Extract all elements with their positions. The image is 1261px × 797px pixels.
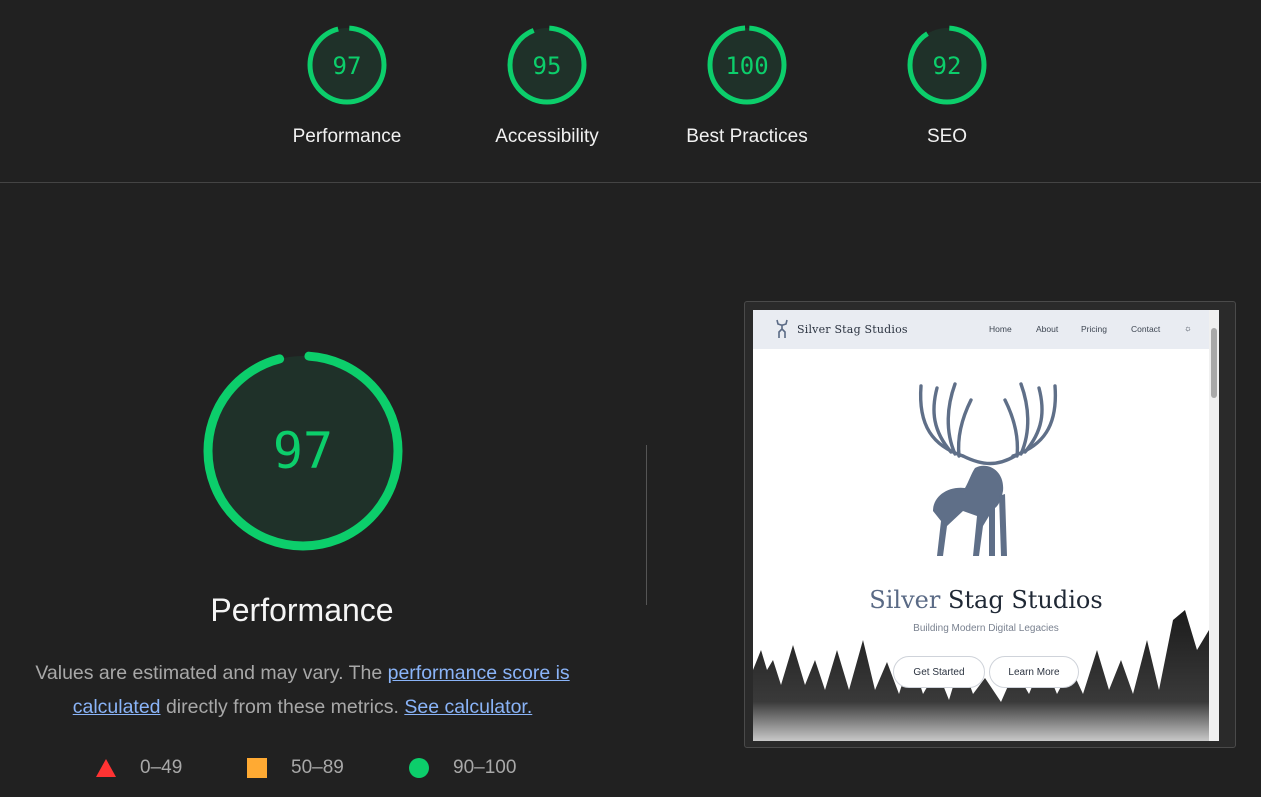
vertical-divider (646, 445, 647, 605)
stag-hero-icon (918, 382, 1058, 556)
see-calculator-link[interactable]: See calculator. (404, 696, 532, 718)
legend-range: 50–89 (291, 757, 344, 778)
description-text: directly from these metrics. (160, 696, 405, 718)
legend-item-fail: 0–49 (96, 756, 182, 780)
score-label: Performance (292, 126, 402, 147)
circle-icon (409, 758, 429, 778)
score-value: 95 (533, 52, 562, 80)
theme-toggle-icon[interactable]: ☼ (1184, 323, 1192, 333)
score-gauge-ring: 92 (907, 25, 987, 105)
site-navbar: Silver Stag Studios Home About Pricing C… (753, 310, 1219, 349)
scrollbar-thumb[interactable] (1211, 328, 1217, 398)
score-label: Accessibility (495, 126, 599, 147)
forest-silhouette-icon (753, 610, 1219, 741)
section-divider (0, 182, 1261, 183)
score-gauge-ring: 100 (707, 25, 787, 105)
site-brand: Silver Stag Studios (797, 323, 908, 336)
triangle-icon (96, 759, 116, 777)
performance-description: Values are estimated and may vary. The p… (20, 656, 585, 724)
score-label: Best Practices (686, 126, 808, 147)
score-value: 92 (933, 52, 962, 80)
nav-pricing[interactable]: Pricing (1081, 324, 1107, 334)
square-icon (247, 758, 267, 778)
performance-title: Performance (210, 592, 394, 628)
legend-item-pass: 90–100 (409, 756, 516, 780)
score-value: 97 (333, 52, 362, 80)
legend-item-average: 50–89 (247, 756, 344, 780)
score-gauge-accessibility[interactable]: 95 Accessibility (482, 24, 612, 148)
screenshot-page: Silver Stag Studios Home About Pricing C… (753, 310, 1219, 741)
category-scores: 97 Performance 95 Accessibility 100 Best… (0, 0, 1261, 182)
performance-main-score: 97 (273, 422, 333, 480)
score-gauge-seo[interactable]: 92 SEO (882, 24, 1012, 148)
legend-range: 0–49 (140, 757, 183, 778)
score-gauge-ring: 95 (507, 25, 587, 105)
nav-about[interactable]: About (1036, 324, 1058, 334)
description-text: Values are estimated and may vary. The (35, 662, 388, 684)
performance-main-gauge: 97 (203, 351, 403, 551)
score-gauge-ring: 97 (307, 25, 387, 105)
score-gauge-best-practices[interactable]: 100 Best Practices (682, 24, 812, 148)
nav-contact[interactable]: Contact (1131, 324, 1160, 334)
nav-home[interactable]: Home (989, 324, 1012, 334)
legend-range: 90–100 (453, 757, 517, 778)
stag-logo-icon (776, 319, 788, 338)
score-gauge-performance[interactable]: 97 Performance (282, 24, 412, 148)
learn-more-button[interactable]: Learn More (989, 656, 1079, 688)
final-screenshot[interactable]: Silver Stag Studios Home About Pricing C… (744, 301, 1236, 748)
score-label: SEO (926, 126, 968, 147)
score-value: 100 (725, 52, 768, 80)
screenshot-scrollbar[interactable] (1209, 310, 1219, 741)
get-started-button[interactable]: Get Started (893, 656, 985, 688)
